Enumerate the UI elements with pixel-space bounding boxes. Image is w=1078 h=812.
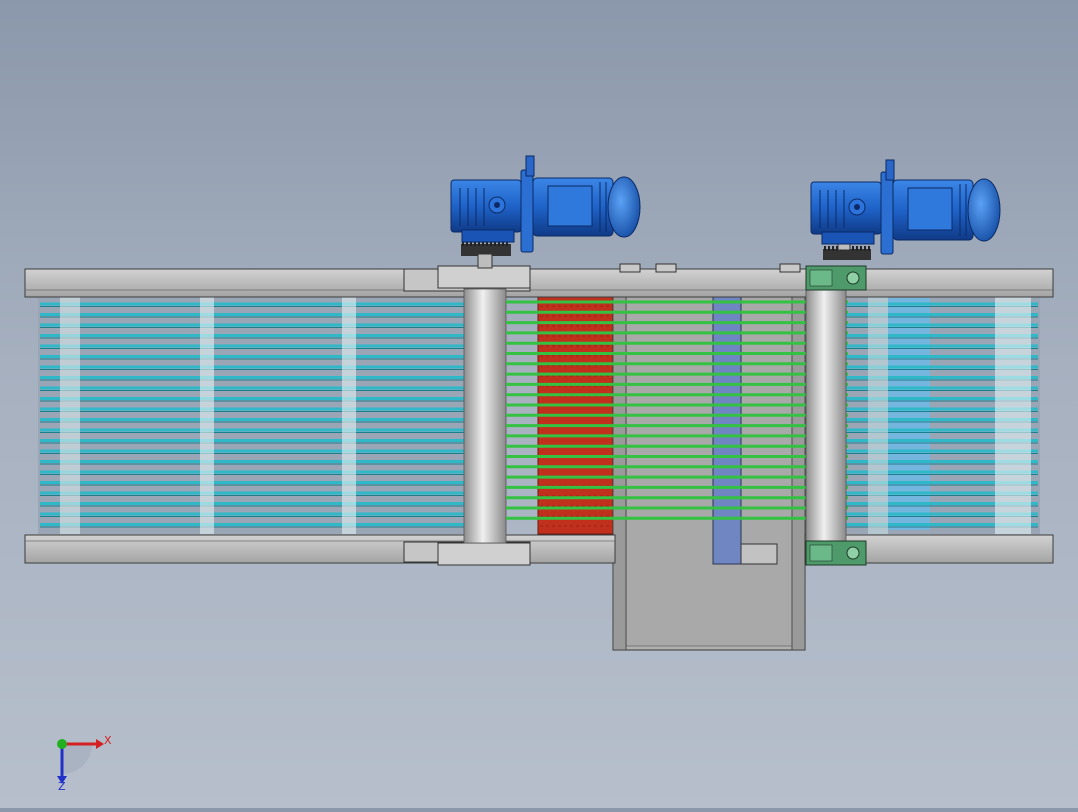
housing-right-rail <box>791 269 806 651</box>
y-axis-dot <box>57 739 67 749</box>
housing-boss-2 <box>655 263 677 273</box>
top-frame-rail <box>24 268 1054 298</box>
right-motor <box>810 159 1001 255</box>
x-axis-label: X <box>104 734 112 747</box>
housing-boss-1 <box>619 263 641 273</box>
right-drive-shaft <box>805 269 847 563</box>
housing-left-rail <box>612 269 627 651</box>
right-bottom-bearing <box>805 540 867 566</box>
right-top-bearing <box>805 265 867 291</box>
blue-slot-bar <box>712 269 742 565</box>
z-axis-label: Z <box>58 780 66 793</box>
left-drive-shaft <box>463 288 507 544</box>
left-shaft-bottom-plate <box>437 542 531 566</box>
axis-triad: X Z <box>57 734 112 793</box>
conveyor-assembly-drawing: X Z <box>24 155 1054 793</box>
slot-bottom-bracket <box>740 543 778 565</box>
left-motor <box>450 155 641 253</box>
left-shaft-top-plate <box>437 265 531 289</box>
housing-boss-3 <box>779 263 801 273</box>
left-belt-bed <box>38 296 470 534</box>
left-gear-icon <box>461 241 511 269</box>
cad-viewport[interactable]: X Z <box>0 0 1078 808</box>
